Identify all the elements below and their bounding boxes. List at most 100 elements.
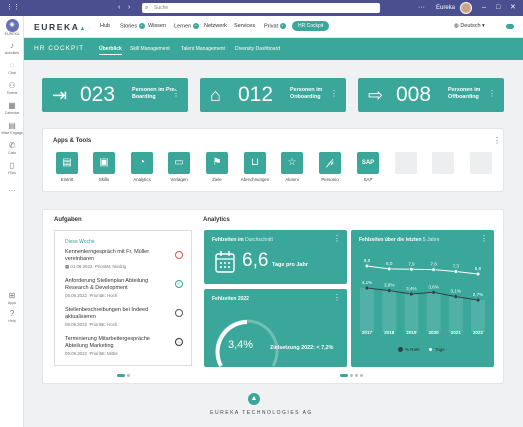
pagination-dot[interactable] — [127, 374, 130, 377]
app-placeholder — [470, 152, 492, 174]
tab-diversity-dashboard[interactable]: Diversity Dashboard — [235, 46, 280, 52]
minimize-icon[interactable]: – — [482, 3, 486, 13]
personio-icon: 𝓅 — [326, 157, 334, 168]
absence-2022-card[interactable]: Fehlzeiten 2022 ⋮ 3,4% Zielsetzung 2022:… — [204, 289, 347, 367]
search-placeholder: Suche — [154, 5, 169, 11]
nav-label: Lernen — [174, 23, 192, 30]
sidebar-item-help[interactable]: ? Help — [0, 309, 24, 323]
kpi-number: 012 — [238, 83, 274, 106]
status-open-icon[interactable] — [175, 251, 183, 259]
app-label: Personio — [321, 177, 339, 182]
task-priority: Priorität: Hoch — [89, 322, 118, 327]
pagination-dot[interactable] — [350, 374, 353, 377]
task-item[interactable]: Kennenlerngespräch mit Fr. Müller verein… — [65, 249, 183, 270]
app-placeholder — [395, 152, 417, 174]
task-item[interactable]: Terminierung Mitarbeitergespräche Abteil… — [65, 336, 183, 357]
more-vertical-icon[interactable]: ⋮ — [330, 89, 338, 99]
sidebar-item-label: Activities — [4, 51, 20, 55]
pagination-dot[interactable] — [355, 374, 358, 377]
app-alumni[interactable]: ☆ — [281, 152, 303, 174]
nav-hub[interactable]: Hub — [100, 23, 110, 29]
sidebar-item-calendar[interactable]: ▦ Calendar — [0, 101, 24, 115]
pagination-dot[interactable] — [360, 374, 363, 377]
nav-label: Wissen — [148, 23, 167, 29]
close-icon[interactable]: ✕ — [510, 3, 516, 13]
theme-toggle[interactable] — [506, 24, 514, 29]
app-analytics[interactable]: ◔ — [131, 152, 153, 174]
back-arrow-icon[interactable]: ‹ — [118, 3, 120, 13]
plus-badge-icon: + — [192, 23, 199, 29]
language-select[interactable]: ◍ Deutsch ▾ — [454, 23, 485, 29]
pagination-active[interactable] — [340, 374, 348, 377]
kpi-offboarding[interactable]: ⇨ 008 Personen im Offboarding ⋮ — [358, 78, 504, 112]
absence-5years-card[interactable]: Fehlzeiten über die letzten 5 Jahre ⋮ 8,… — [351, 230, 494, 367]
absence-average-card[interactable]: Fehlzeiten im Durchschnitt ⋮ 6,6 Tage pr… — [204, 230, 347, 284]
teams-icon: ⚇ — [8, 81, 16, 90]
forward-arrow-icon[interactable]: › — [128, 3, 130, 13]
nav-stories[interactable]: Stories + — [120, 23, 145, 29]
sidebar-item-label: Chat — [8, 71, 16, 75]
apps-grid-icon[interactable]: ⋮⋮ — [6, 3, 20, 13]
more-vertical-icon[interactable]: ⋮ — [488, 89, 496, 99]
task-item[interactable]: Anforderung Stellenplan Abteilung Resear… — [65, 278, 183, 299]
task-meta: ▦ 01.09.2022 Priorität: Niedrig — [65, 263, 183, 270]
app-sap[interactable]: SAP — [357, 152, 379, 174]
sidebar-item-teams[interactable]: ⚇ Teams — [0, 81, 24, 95]
more-icon[interactable]: ··· — [418, 3, 425, 13]
maximize-icon[interactable]: □ — [496, 3, 500, 13]
rate-bar — [360, 288, 374, 332]
legend-tage[interactable]: Tage — [428, 347, 445, 353]
tab-ueberblick[interactable]: Überblick — [99, 46, 122, 55]
nav-netzwerk[interactable]: Netzwerk — [204, 23, 227, 29]
app-personio[interactable]: 𝓅 — [319, 152, 341, 174]
tab-talent-management[interactable]: Talent Management — [181, 46, 225, 52]
sidebar-item-activities[interactable]: ♪ Activities — [0, 41, 24, 55]
house-icon: ⌂ — [210, 85, 221, 105]
app-abrechnungen[interactable]: ⊔ — [244, 152, 266, 174]
tage-line-point — [431, 267, 436, 272]
sidebar-item-more[interactable]: ... — [0, 184, 24, 194]
avatar[interactable] — [460, 2, 472, 14]
sidebar-item-chat[interactable]: ◌ Chat — [0, 61, 24, 75]
file-icon: ▯ — [9, 161, 15, 170]
pie-chart-icon: ◔ — [138, 157, 146, 168]
nav-hr-cockpit[interactable]: HR Cockpit — [292, 21, 330, 31]
sidebar-item-wise-engage[interactable]: ▤ Wise Engage — [0, 121, 24, 135]
sidebar-item-eureka[interactable]: ◉ EUREKA — [0, 19, 24, 36]
status-open-icon[interactable] — [175, 309, 183, 317]
legend-rate[interactable]: % Rate — [398, 347, 420, 353]
logo[interactable]: EUREKA▲ — [34, 22, 87, 32]
plus-badge-icon: + — [279, 23, 286, 29]
arrow-right-icon[interactable]: → — [175, 338, 183, 346]
app-ziele[interactable]: ⚑ — [206, 152, 228, 174]
tab-skill-management[interactable]: Skill Management — [130, 46, 170, 52]
app-label: Eintritt — [60, 177, 74, 182]
nav-privat[interactable]: Privat + — [264, 23, 286, 29]
sidebar-item-files[interactable]: ▯ Files — [0, 161, 24, 175]
nav-wissen[interactable]: Wissen — [148, 23, 166, 29]
more-vertical-icon[interactable]: ⋮ — [172, 89, 180, 99]
task-meta: 08.09.2022 Priorität: Hoch — [65, 321, 183, 328]
app-skills[interactable]: ▣ — [93, 152, 115, 174]
more-vertical-icon[interactable]: ⋮ — [333, 294, 341, 302]
task-item[interactable]: Stellenbeschreibungen bei Indeed aktuali… — [65, 307, 183, 328]
app-vorlagen[interactable]: ▭ — [168, 152, 190, 174]
sidebar-item-apps[interactable]: ⊞ Apps — [0, 291, 24, 305]
tage-line-point — [409, 267, 414, 272]
app-eintritt[interactable]: ▤ — [56, 152, 78, 174]
search-input[interactable]: ⌕ Suche — [142, 3, 380, 13]
nav-services[interactable]: Services — [234, 23, 255, 29]
sidebar-item-calls[interactable]: ✆ Calls — [0, 141, 24, 155]
plus-badge-icon: + — [138, 23, 145, 29]
user-name: Eureka — [436, 5, 456, 11]
nav-lernen[interactable]: Lernen + — [174, 23, 199, 29]
more-vertical-icon[interactable]: ⋮ — [493, 137, 501, 145]
card-title: Fehlzeiten 2022 — [212, 296, 249, 302]
task-meta: 05.09.2022 Priorität: Hoch — [65, 292, 183, 299]
pagination-active[interactable] — [117, 374, 125, 377]
check-icon[interactable]: ✓ — [175, 280, 183, 288]
more-vertical-icon[interactable]: ⋮ — [333, 235, 341, 243]
kpi-onboarding[interactable]: ⌂ 012 Personen im Onboarding ⋮ — [200, 78, 346, 112]
kpi-preboarding[interactable]: ⇥ 023 Personen im Pre-Boarding ⋮ — [42, 78, 188, 112]
app-label: Alumni — [285, 177, 299, 182]
